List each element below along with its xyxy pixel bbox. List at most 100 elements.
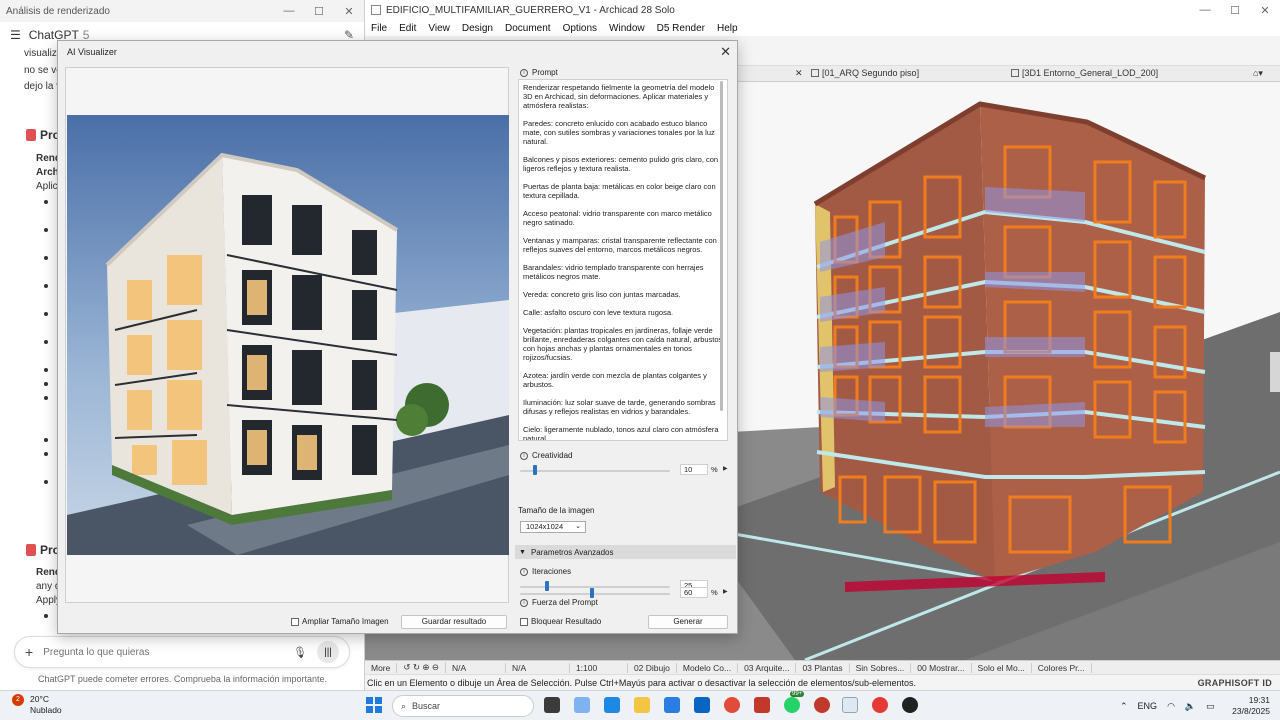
powerpoint-icon[interactable] [754, 697, 770, 713]
save-result-button[interactable]: Guardar resultado [401, 615, 507, 629]
taskbar: 2 20°C Nublado ⌕ Buscar 99+ ⌃ ENG ◠ 🔈 ▭ … [0, 690, 1280, 720]
creativity-slider[interactable]: 10 % ▶ [520, 464, 730, 476]
prompt-scrollbar[interactable] [720, 81, 723, 411]
prompt-textarea[interactable]: Renderizar respetando fielmente la geome… [518, 79, 728, 441]
chrome-profile-icon[interactable] [814, 697, 830, 713]
chrome-alt-icon[interactable] [872, 697, 888, 713]
image-size-select[interactable]: 1024x1024 ⌄ [520, 521, 586, 533]
volume-icon[interactable]: 🔈 [1185, 701, 1196, 712]
tab-3d-view[interactable]: [3D1 Entorno_General_LOD_200] [1011, 68, 1158, 78]
close-icon[interactable]: ✕ [720, 44, 731, 60]
close-tab-icon[interactable]: ✕ [795, 68, 803, 79]
prompt-paragraph: Renderizar respetando fielmente la geome… [523, 83, 715, 110]
checkbox-box[interactable] [291, 617, 299, 626]
slider-thumb[interactable] [533, 465, 537, 475]
battery-icon[interactable]: ▭ [1206, 701, 1215, 712]
generate-button[interactable]: Generar [648, 615, 728, 629]
maximize-button[interactable]: ☐ [304, 5, 334, 18]
copilot-icon[interactable] [574, 697, 590, 713]
menu-document[interactable]: Document [505, 23, 551, 34]
menu-edit[interactable]: Edit [399, 23, 416, 34]
archicad-logo-icon [371, 5, 381, 15]
slider-track[interactable] [520, 470, 670, 472]
chatgpt-task-icon[interactable] [902, 697, 918, 713]
minimize-button[interactable]: — [1190, 4, 1220, 17]
archicad-titlebar: EDIFICIO_MULTIFAMILIAR_GUERRERO_V1 - Arc… [365, 0, 1280, 20]
file-explorer-icon[interactable] [634, 697, 650, 713]
prompt-paragraph: Azotea: jardín verde con mezcla de plant… [523, 371, 707, 389]
maximize-button[interactable]: ☐ [1220, 4, 1250, 17]
slider-thumb[interactable] [590, 588, 594, 598]
wifi-icon[interactable]: ◠ [1167, 701, 1175, 712]
creativity-header: i Creatividad [520, 451, 572, 460]
checkbox-box[interactable] [520, 617, 528, 626]
chat-heading: Pro [26, 543, 60, 557]
structural-display[interactable]: 00 Mostrar... [911, 662, 972, 673]
close-button[interactable]: ✕ [1250, 4, 1280, 17]
chrome-icon[interactable] [724, 697, 740, 713]
menu-file[interactable]: File [371, 23, 387, 34]
prompt-strength-value-field[interactable]: 60 [680, 587, 708, 598]
weather-widget[interactable]: 2 20°C Nublado [12, 694, 62, 716]
layer-combination[interactable]: 02 Dibujo [628, 662, 677, 673]
sidebar-toggle-icon[interactable]: ☰ [10, 28, 21, 42]
task-view-icon[interactable] [544, 697, 560, 713]
chevron-up-icon[interactable]: ⌃ [1120, 701, 1128, 712]
outlook-icon[interactable] [694, 697, 710, 713]
menu-design[interactable]: Design [462, 23, 493, 34]
start-button[interactable] [366, 697, 382, 713]
advanced-params-toggle[interactable]: ▼ Parametros Avanzados [515, 545, 736, 559]
clock[interactable]: 19:31 23/8/2025 [1228, 695, 1270, 717]
archicad-task-icon[interactable] [842, 697, 858, 713]
chat-input-bar[interactable]: + 🎙 ||| [14, 636, 350, 668]
renovation-filter[interactable]: Sin Sobres... [850, 662, 912, 673]
menu-window[interactable]: Window [609, 23, 645, 34]
edge-icon[interactable] [604, 697, 620, 713]
menu-view[interactable]: View [428, 23, 450, 34]
cube-icon [1011, 69, 1019, 77]
step-arrow-icon[interactable]: ▶ [723, 465, 728, 472]
prompt-paragraph: Vegetación: plantas tropicales en jardin… [523, 326, 723, 362]
menu-d5-render[interactable]: D5 Render [657, 23, 705, 34]
enlarge-image-checkbox[interactable]: Ampliar Tamaño Imagen [291, 617, 389, 626]
plus-icon[interactable]: + [25, 644, 33, 660]
colors-preset[interactable]: Colores Pr... [1032, 662, 1092, 673]
graphic-override[interactable]: 03 Plantas [796, 662, 850, 673]
tab-floor-plan[interactable]: [01_ARQ Segundo piso] [811, 68, 919, 78]
store-icon[interactable] [664, 697, 680, 713]
view-options-icon[interactable]: ⌂▾ [1253, 68, 1263, 79]
list-bullet [44, 480, 48, 484]
microphone-icon[interactable]: 🎙 [293, 646, 307, 659]
menu-help[interactable]: Help [717, 23, 738, 34]
nav-field[interactable]: N/A [506, 662, 570, 673]
whatsapp-icon[interactable]: 99+ [784, 691, 805, 713]
model-view-options[interactable]: Modelo Co... [677, 662, 739, 673]
graphisoft-id-brand[interactable]: GRAPHISOFT ID [1198, 678, 1272, 688]
more-button[interactable]: More [365, 662, 398, 673]
voice-mode-icon[interactable]: ||| [317, 641, 339, 663]
prompt-paragraph: Calle: asfalto oscuro con leve textura r… [523, 308, 674, 317]
menu-options[interactable]: Options [563, 23, 597, 34]
close-button[interactable]: ✕ [334, 5, 364, 18]
step-arrow-icon[interactable]: ▶ [723, 588, 728, 595]
nav-field[interactable]: N/A [446, 662, 506, 673]
creativity-value-field[interactable]: 10 [680, 464, 708, 475]
lock-result-checkbox[interactable]: Bloquear Resultado [520, 617, 601, 626]
chat-input[interactable] [43, 646, 294, 658]
prompt-paragraph: Ventanas y mamparas: cristal transparent… [523, 236, 717, 254]
partial-display[interactable]: Solo el Mo... [972, 662, 1032, 673]
undo-icon[interactable]: ↺ ↻ ⊕ ⊖ [397, 662, 446, 673]
ai-visualizer-dialog: AI Visualizer ✕ i Prompt Renderizar resp… [57, 40, 738, 634]
scale-selector[interactable]: 1:100 [570, 662, 628, 673]
pen-set[interactable]: 03 Arquite... [738, 662, 797, 673]
slider-track[interactable] [520, 593, 670, 595]
language-indicator[interactable]: ENG [1138, 701, 1158, 711]
minimize-button[interactable]: — [274, 5, 304, 18]
prompt-paragraph: Acceso peatonal: vidrio transparente con… [523, 209, 712, 227]
list-bullet [44, 284, 48, 288]
list-bullet [44, 228, 48, 232]
disclaimer-text: ChatGPT puede cometer errores. Comprueba… [38, 674, 327, 684]
status-bar: Clic en un Elemento o dibuje un Área de … [365, 674, 1280, 690]
prompt-strength-slider[interactable]: 60 % ▶ [520, 587, 730, 599]
taskbar-search[interactable]: ⌕ Buscar [392, 695, 534, 717]
